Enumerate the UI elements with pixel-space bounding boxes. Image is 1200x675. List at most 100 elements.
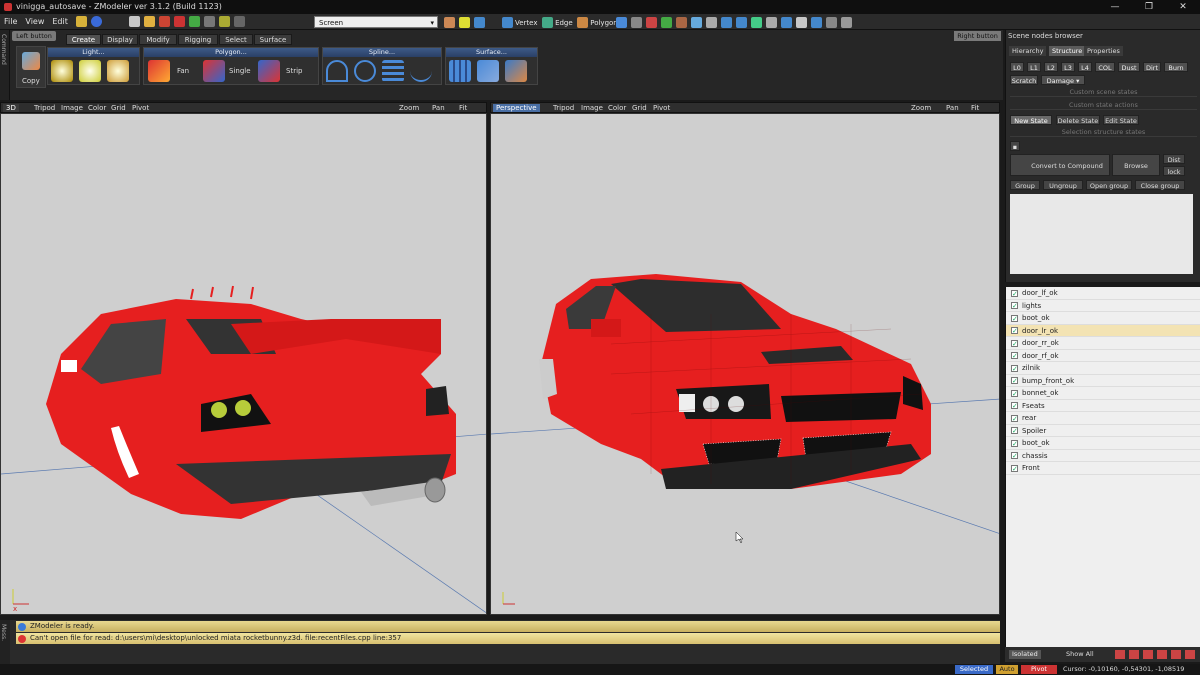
grid-snap-icon[interactable]: [661, 17, 672, 28]
viewport-perspective-title[interactable]: Perspective: [493, 104, 540, 112]
tab-display[interactable]: Display: [102, 34, 138, 45]
visibility-checkbox[interactable]: [1011, 438, 1018, 450]
menu-file[interactable]: File: [0, 14, 21, 30]
circle-spline-icon[interactable]: [354, 60, 376, 82]
list-item[interactable]: lights: [1006, 300, 1200, 313]
open-group-button[interactable]: Open group: [1086, 180, 1132, 190]
list-item[interactable]: door_lr_ok: [1006, 324, 1200, 338]
spot-light-icon[interactable]: [51, 60, 73, 82]
lod-button-dust[interactable]: Dust: [1118, 62, 1140, 72]
new-state-button[interactable]: New State: [1010, 115, 1052, 125]
show-all-button[interactable]: Show All: [1063, 650, 1097, 659]
visibility-checkbox[interactable]: [1011, 288, 1018, 300]
lod-button-l0[interactable]: L0: [1010, 62, 1024, 72]
redo-icon[interactable]: [188, 16, 200, 27]
menu-view[interactable]: View: [21, 14, 48, 30]
scratch-button[interactable]: Scratch: [1010, 75, 1038, 85]
vp-left-fit[interactable]: Fit: [459, 103, 467, 113]
tab-surface[interactable]: Surface: [254, 34, 292, 45]
align-icon[interactable]: [766, 17, 777, 28]
tab-rigging[interactable]: Rigging: [178, 34, 218, 45]
ungroup-button[interactable]: Ungroup: [1043, 180, 1083, 190]
vp-left-pivot[interactable]: Pivot: [132, 103, 149, 113]
list-item[interactable]: bump_front_ok: [1006, 375, 1200, 388]
select-z-icon[interactable]: [474, 17, 485, 28]
fan-icon[interactable]: [148, 60, 170, 82]
list-item[interactable]: Fseats: [1006, 400, 1200, 413]
visibility-checkbox[interactable]: [1011, 400, 1018, 413]
save-icon[interactable]: [76, 16, 88, 27]
vp-right-grid[interactable]: Grid: [632, 103, 647, 113]
selected-indicator[interactable]: Selected: [955, 665, 993, 674]
vp-right-fit[interactable]: Fit: [971, 103, 979, 113]
new-file-icon[interactable]: [128, 16, 140, 27]
vp-right-pan[interactable]: Pan: [946, 103, 959, 113]
pivot-indicator[interactable]: Pivot: [1021, 665, 1057, 674]
menu-edit[interactable]: Edit: [48, 14, 72, 30]
pivot-icon[interactable]: [676, 17, 687, 28]
state-list[interactable]: [1010, 194, 1193, 274]
undo-icon[interactable]: [173, 16, 185, 27]
collapse-icon[interactable]: [1185, 650, 1195, 659]
delete-state-button[interactable]: Delete State: [1056, 115, 1100, 125]
visibility-checkbox[interactable]: [1011, 313, 1018, 325]
list-item[interactable]: zilnik: [1006, 362, 1200, 375]
render-icon[interactable]: [203, 16, 215, 27]
visibility-checkbox[interactable]: [1011, 413, 1018, 425]
edge-mode-button[interactable]: Edge: [555, 19, 573, 27]
lod-button-l4[interactable]: L4: [1078, 62, 1092, 72]
maximize-button[interactable]: ❐: [1132, 0, 1166, 14]
visibility-checkbox[interactable]: [1011, 300, 1018, 313]
loft-surface-icon[interactable]: [505, 60, 527, 82]
viewport-3d-title[interactable]: 3D: [3, 104, 19, 112]
visibility-checkbox[interactable]: [1011, 350, 1018, 363]
list-item[interactable]: bonnet_ok: [1006, 387, 1200, 400]
vp-right-tripod[interactable]: Tripod: [553, 103, 574, 113]
help-icon[interactable]: [91, 16, 103, 27]
dist-button[interactable]: Dist: [1163, 154, 1185, 164]
damage-dropdown[interactable]: Damage ▾: [1041, 75, 1085, 85]
arc-spline-icon[interactable]: [326, 60, 348, 82]
vp-right-image[interactable]: Image: [581, 103, 603, 113]
link-icon[interactable]: [691, 17, 702, 28]
lock-icon[interactable]: ▪: [1010, 141, 1020, 151]
hide-icon[interactable]: [1129, 650, 1139, 659]
eye-icon[interactable]: [781, 17, 792, 28]
visibility-checkbox[interactable]: [1011, 425, 1018, 438]
tab-create[interactable]: Create: [66, 34, 101, 45]
tab-modify[interactable]: Modify: [139, 34, 177, 45]
convert-to-compound-button[interactable]: Convert to Compound: [1010, 154, 1110, 176]
visibility-checkbox[interactable]: [1011, 375, 1018, 388]
close-group-button[interactable]: Close group: [1135, 180, 1185, 190]
plane-surface-icon[interactable]: [449, 60, 471, 82]
vp-right-color[interactable]: Color: [608, 103, 626, 113]
visibility-checkbox[interactable]: [1011, 363, 1018, 375]
scale-icon[interactable]: [736, 17, 747, 28]
tab-hierarchy[interactable]: Hierarchy: [1009, 46, 1047, 56]
list-item[interactable]: boot_ok: [1006, 312, 1200, 325]
visibility-checkbox[interactable]: [1011, 450, 1018, 463]
strip-button[interactable]: Strip: [286, 67, 302, 75]
list-item[interactable]: boot_ok: [1006, 437, 1200, 450]
vp-left-image[interactable]: Image: [61, 103, 83, 113]
group-button[interactable]: Group: [1010, 180, 1040, 190]
lod-button-l1[interactable]: L1: [1027, 62, 1041, 72]
browse-button[interactable]: Browse: [1112, 154, 1160, 176]
isolated-toggle[interactable]: Isolated: [1009, 650, 1041, 659]
lod-button-burn[interactable]: Burn: [1164, 62, 1188, 72]
settings-icon[interactable]: [841, 17, 852, 28]
filter-icon[interactable]: [233, 16, 245, 27]
camera-icon[interactable]: [826, 17, 837, 28]
list-item[interactable]: chassis: [1006, 450, 1200, 463]
strip-icon[interactable]: [258, 60, 280, 82]
list-item[interactable]: Spoiler: [1006, 425, 1200, 438]
select-y-icon[interactable]: [459, 17, 470, 28]
curve-spline-icon[interactable]: [410, 60, 432, 82]
visibility-checkbox[interactable]: [1011, 325, 1018, 338]
cursor-icon[interactable]: [796, 17, 807, 28]
move-icon[interactable]: [706, 17, 717, 28]
single-polygon-icon[interactable]: [203, 60, 225, 82]
select-x-icon[interactable]: [444, 17, 455, 28]
tab-structure[interactable]: Structure: [1049, 46, 1086, 56]
import-icon[interactable]: [158, 16, 170, 27]
